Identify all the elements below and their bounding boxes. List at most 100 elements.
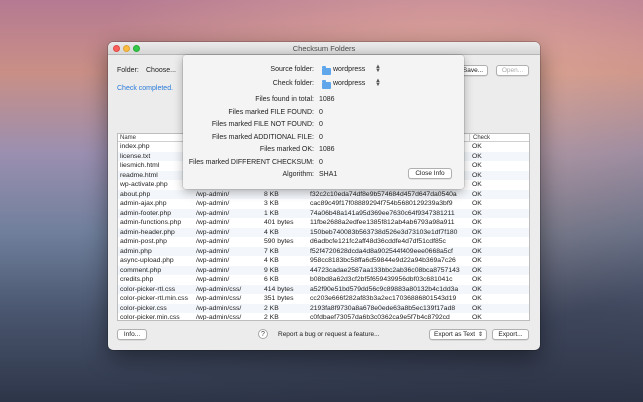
export-format-select[interactable]: Export as Text ⇕ (429, 329, 487, 340)
file-folder: /wp-admin/ (196, 190, 230, 198)
check-result: OK (472, 276, 482, 283)
file-checksum: a52f90e51bd579dd56c9c89883a80132b4c1dd3a (310, 285, 459, 293)
stat-label: Files marked FILE NOT FOUND: (211, 121, 314, 128)
check-folder-value: wordpress (333, 80, 366, 87)
folder-icon (322, 80, 331, 89)
check-result: OK (472, 266, 482, 274)
file-size: 8 KB (264, 190, 279, 198)
check-result: OK (472, 228, 482, 236)
stat-value: 0 (319, 108, 323, 116)
file-size: 351 bytes (264, 295, 294, 302)
popup-arrows-icon: ▲ ▼ (375, 64, 381, 74)
algorithm-label: Algorithm: (282, 171, 314, 178)
table-row[interactable]: admin-footer.php/wp-admin/1 KB 74a06b48a1… (118, 208, 529, 218)
file-size: 414 bytes (264, 285, 294, 293)
file-size: 590 bytes (264, 238, 294, 245)
source-folder-value: wordpress (333, 66, 366, 73)
stat-label: Files marked ADDITIONAL FILE: (211, 133, 314, 141)
popup-arrows-icon: ▲ ▼ (375, 78, 381, 88)
file-name: admin-functions.php (120, 219, 182, 226)
title-bar: Checksum Folders (108, 42, 540, 55)
table-row[interactable]: color-picker.min.css/wp-admin/css/2 KB c0… (118, 313, 529, 321)
table-row[interactable]: color-picker-rtl.min.css/wp-admin/css/35… (118, 294, 529, 304)
file-folder: /wp-admin/css/ (196, 295, 242, 302)
table-row[interactable]: color-picker.css/wp-admin/css/2 KB 2193fa… (118, 303, 529, 313)
stat-value: 1086 (319, 96, 335, 103)
file-folder: /wp-admin/ (196, 228, 230, 236)
file-name: color-picker.min.css (120, 314, 180, 321)
file-name: credits.php (120, 276, 154, 283)
file-checksum: f32c2c10eda74df8e9b574684d457d647da0540a (310, 190, 457, 198)
file-folder: /wp-admin/ (196, 219, 230, 226)
file-checksum: 74a06b48a141a95d369ee7630c64f9347381211 (310, 209, 455, 217)
export-button[interactable]: Export... (492, 329, 529, 340)
file-checksum: 2193fa8f9730a8a678e0ede63a8b5ec139f17ad8 (310, 304, 456, 312)
column-header-check[interactable]: Check (469, 134, 529, 142)
check-result: OK (472, 219, 482, 226)
column-header-name[interactable]: Name (120, 134, 136, 142)
file-name: color-picker-rtl.min.css (120, 295, 188, 302)
file-checksum: f52f4720628dcda4d8a902544f409eee0668a5cf (310, 247, 453, 255)
file-folder: /wp-admin/css/ (196, 314, 242, 321)
file-name: admin-header.php (120, 228, 175, 236)
file-folder: /wp-admin/ (196, 200, 230, 207)
table-row[interactable]: admin-post.php/wp-admin/590 bytes d6adbcf… (118, 237, 529, 247)
check-result: OK (472, 295, 482, 302)
table-row[interactable]: admin-functions.php/wp-admin/401 bytes 11… (118, 218, 529, 228)
folder-icon (322, 66, 331, 75)
open-button[interactable]: Open... (496, 65, 529, 76)
choose-folder-button[interactable]: Choose... (146, 67, 176, 74)
stat-value: 0 (319, 121, 323, 128)
table-row[interactable]: comment.php/wp-admin/9 KB 44723cadae2587a… (118, 265, 529, 275)
stat-value: 1086 (319, 146, 335, 153)
check-result: OK (472, 257, 482, 264)
check-result: OK (472, 162, 482, 169)
check-result: OK (472, 247, 482, 255)
table-row[interactable]: credits.php/wp-admin/6 KB b08bd8a62d3cf2b… (118, 275, 529, 285)
help-icon[interactable]: ? (258, 329, 268, 339)
table-row[interactable]: admin.php/wp-admin/7 KB f52f4720628dcda4d… (118, 246, 529, 256)
file-checksum: c0fdbaef73057da6b3c0362ca9e5f7b4c8792cd (310, 314, 450, 321)
file-name: color-picker-rtl.css (120, 285, 176, 293)
file-name: admin-post.php (120, 238, 167, 245)
table-row[interactable]: about.php/wp-admin/8 KB f32c2c10eda74df8e… (118, 189, 529, 199)
file-size: 4 KB (264, 228, 279, 236)
file-size: 4 KB (264, 257, 279, 264)
table-row[interactable]: admin-ajax.php/wp-admin/3 KB cac89c49f17f… (118, 199, 529, 209)
file-size: 2 KB (264, 314, 279, 321)
file-checksum: 958cc8183bc58ffa6d59844e9d22a94b369a7c26 (310, 257, 456, 264)
file-size: 3 KB (264, 200, 279, 207)
check-result: OK (472, 238, 482, 245)
report-bug-link[interactable]: Report a bug or request a feature... (278, 331, 380, 338)
stat-label: Files found in total: (255, 96, 314, 103)
file-checksum: 11fbe2688a2edfee1385f812ab4ab6793a98a911 (310, 219, 455, 226)
table-row[interactable]: color-picker-rtl.css/wp-admin/css/414 by… (118, 284, 529, 294)
source-folder-label: Source folder: (270, 66, 314, 73)
file-folder: /wp-admin/ (196, 247, 230, 255)
file-name: color-picker.css (120, 304, 167, 312)
check-result: OK (472, 171, 482, 179)
table-row[interactable]: async-upload.php/wp-admin/4 KB 958cc8183b… (118, 256, 529, 266)
window-title: Checksum Folders (292, 44, 356, 53)
file-name: async-upload.php (120, 257, 174, 264)
file-folder: /wp-admin/css/ (196, 285, 242, 293)
file-checksum: 44723cadae2587aa133bbc2ab36c08bca8757143 (310, 266, 460, 274)
close-info-button[interactable]: Close Info (408, 168, 452, 179)
check-result: OK (472, 143, 482, 150)
check-folder-label: Check folder: (272, 80, 314, 87)
file-checksum: d6adbcfe121fc2aff48d36cddfe4d7df51cdf85c (310, 238, 446, 245)
file-size: 7 KB (264, 247, 279, 255)
check-result: OK (472, 181, 482, 188)
file-folder: /wp-admin/ (196, 266, 230, 274)
file-folder: /wp-admin/ (196, 276, 230, 283)
info-button[interactable]: Info... (117, 329, 147, 340)
stat-label: Files marked OK: (259, 146, 314, 153)
file-checksum: 150beb740083b563738d526e3d73103e1df7f180 (310, 228, 458, 236)
export-format-value: Export as Text (434, 331, 476, 338)
file-size: 2 KB (264, 304, 279, 312)
table-row[interactable]: admin-header.php/wp-admin/4 KB 150beb7400… (118, 227, 529, 237)
file-size: 6 KB (264, 276, 279, 283)
file-name: about.php (120, 190, 151, 198)
file-checksum: cc203e666f282af83b3a2ec17036886801543d19 (310, 295, 457, 302)
file-name: admin.php (120, 247, 152, 255)
